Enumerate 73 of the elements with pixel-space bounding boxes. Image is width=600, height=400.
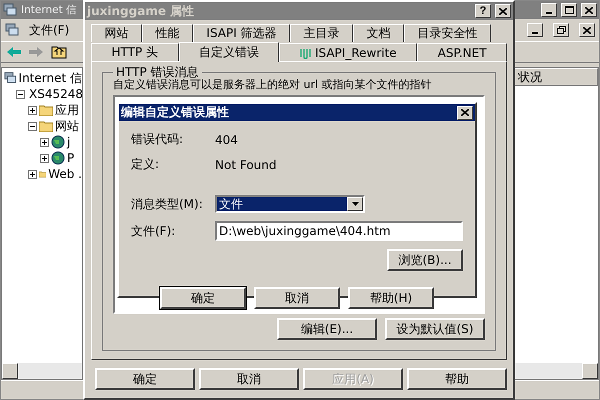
- tab[interactable]: 自定义错误: [178, 42, 280, 62]
- group-title: HTTP 错误消息: [115, 66, 200, 79]
- computers-icon: [4, 71, 17, 85]
- field-label: 消息类型(M):: [131, 196, 204, 212]
- dialog-button[interactable]: 帮助: [407, 368, 507, 390]
- computers-icon: [3, 3, 17, 17]
- tab[interactable]: 主目录: [290, 24, 354, 42]
- action-button[interactable]: 编辑(E)...: [277, 318, 377, 340]
- expander-icon[interactable]: [16, 90, 25, 98]
- dialog-button[interactable]: 帮助(H): [348, 287, 434, 309]
- browse-button[interactable]: 浏览(B)...: [387, 249, 463, 271]
- tab[interactable]: ASP.NET: [417, 43, 508, 61]
- tab[interactable]: ISAPI_Rewrite: [279, 43, 418, 61]
- field-value: 404: [215, 132, 239, 146]
- expander-icon[interactable]: [28, 122, 37, 130]
- tree-item[interactable]: j: [67, 135, 70, 149]
- tab[interactable]: ISAPI 筛选器: [192, 24, 290, 42]
- maximize-button[interactable]: [561, 3, 577, 17]
- tree-item[interactable]: P: [67, 151, 74, 165]
- close-button[interactable]: [579, 23, 595, 37]
- dialog-button[interactable]: 取消: [199, 368, 299, 390]
- close-button[interactable]: [495, 4, 511, 18]
- expander-icon[interactable]: [28, 170, 37, 178]
- tree-item[interactable]: 网站: [55, 118, 79, 134]
- globe-icon: [51, 135, 65, 149]
- tree-item[interactable]: 应用: [55, 102, 79, 118]
- maximize-icon: [564, 6, 574, 14]
- close-icon: [585, 6, 593, 14]
- minimize-button[interactable]: [527, 23, 543, 37]
- close-icon: [461, 109, 469, 116]
- globe-icon: [51, 151, 65, 165]
- action-button[interactable]: 设为默认值(S): [385, 318, 485, 340]
- tab[interactable]: 目录安全性: [404, 24, 491, 42]
- scrollbar[interactable]: [2, 363, 82, 379]
- dialog-button[interactable]: 确定: [95, 368, 195, 390]
- close-button[interactable]: [457, 106, 473, 120]
- tab[interactable]: 文档: [353, 24, 404, 42]
- expander-icon[interactable]: [40, 154, 49, 162]
- tab[interactable]: 网站: [91, 24, 142, 42]
- tree-item[interactable]: Web .: [48, 167, 82, 181]
- tab[interactable]: 性能: [142, 24, 193, 42]
- dialog-button[interactable]: 确定: [160, 287, 246, 309]
- help-button[interactable]: ?: [475, 4, 491, 18]
- field-value: Not Found: [215, 158, 278, 172]
- tab[interactable]: HTTP 头: [91, 43, 178, 61]
- close-button[interactable]: [581, 3, 597, 17]
- field-label: 文件(F):: [131, 222, 176, 240]
- column-header[interactable]: 状况: [514, 68, 598, 86]
- tree-item[interactable]: Internet 信: [18, 70, 82, 86]
- scrollbar[interactable]: [514, 363, 598, 379]
- description-text: 自定义错误消息可以是服务器上的绝对 url 或指向某个文件的指针: [113, 79, 433, 91]
- close-icon: [583, 26, 591, 34]
- restore-button[interactable]: [553, 23, 569, 37]
- dialog-title: juxinggame 属性: [87, 2, 194, 20]
- dialog-title: 编辑自定义错误属性: [121, 104, 229, 121]
- expander-icon[interactable]: [40, 138, 49, 146]
- tree-item[interactable]: XS45248: [29, 87, 82, 101]
- window-title: Internet 信: [21, 3, 78, 17]
- folder-icon: [39, 104, 53, 116]
- caret-icon: [352, 202, 358, 206]
- up-folder-icon[interactable]: [51, 45, 67, 59]
- field-label: 定义:: [131, 156, 160, 173]
- expander-icon[interactable]: [28, 106, 37, 114]
- dialog-button[interactable]: 取消: [254, 287, 340, 309]
- close-icon: [499, 8, 507, 14]
- menu-item[interactable]: 文件(F): [29, 22, 70, 38]
- computers-icon: [5, 23, 19, 37]
- folder-icon: [39, 120, 53, 132]
- field-label: 错误代码:: [131, 131, 184, 148]
- message-type-dropdown[interactable]: 文件: [215, 195, 365, 213]
- restore-icon: [556, 26, 566, 34]
- file-path-field[interactable]: D:\web\juxinggame\404.htm: [215, 221, 463, 241]
- minimize-button[interactable]: [541, 3, 557, 17]
